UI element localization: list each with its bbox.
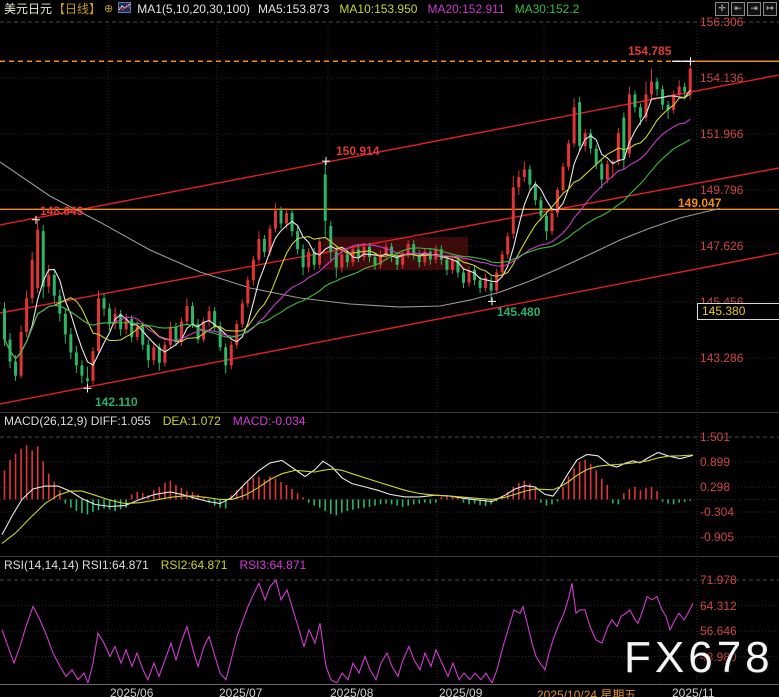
- ma-settings-label: MA1(5,10,20,30,100): [137, 2, 250, 16]
- price-axis-label: 156.306: [700, 15, 743, 29]
- pan-end-icon[interactable]: ↦: [763, 2, 777, 16]
- expand-icon[interactable]: ⊕: [104, 2, 113, 15]
- ma30-value: MA30:152.2: [515, 2, 580, 16]
- ma5-line: [5, 90, 691, 365]
- toolbar: ✛ ⇤ ⇥ ↦: [715, 2, 777, 16]
- pan-left-icon[interactable]: ⇤: [731, 2, 745, 16]
- chart-type-icon[interactable]: [118, 2, 131, 16]
- chart-canvas[interactable]: [0, 0, 779, 697]
- rsi-axis-label: 71.978: [700, 573, 737, 587]
- symbol-name: 美元日元: [4, 0, 52, 17]
- dea-line: [2, 455, 693, 543]
- rsi2-value: RSI2:64.871: [161, 558, 228, 572]
- price-axis-label: 143.286: [700, 351, 743, 365]
- macd-axis-label: -0.905: [700, 530, 734, 544]
- macd-axis-label: 1.501: [700, 430, 730, 444]
- timeframe-label: 【日线】: [53, 0, 101, 17]
- date-axis-label: 2025/10/24 星期五: [537, 686, 636, 697]
- price-axis-label: 149.796: [700, 183, 743, 197]
- hline-price-label: 149.047: [678, 196, 721, 210]
- macd-lines: [2, 453, 693, 544]
- price-annotation-low: 142.110: [95, 395, 138, 409]
- move-tool-icon[interactable]: ✛: [715, 2, 729, 16]
- macd-title: MACD(26,12,9) DIFF:1.055: [4, 414, 151, 428]
- date-axis-label: 2025/08: [330, 686, 373, 697]
- date-axis-label: 2025/09: [439, 686, 482, 697]
- price-annotation-high: 154.785: [628, 44, 671, 58]
- ma5-layer: [5, 90, 691, 365]
- dea-value: DEA:1.072: [163, 414, 221, 428]
- chart-app: 美元日元 【日线】 ⊕ MA1(5,10,20,30,100) MA5:153.…: [0, 0, 779, 697]
- date-axis-label: 2025/11: [672, 686, 715, 697]
- macd-value: MACD:-0.034: [233, 414, 306, 428]
- rsi1-value: RSI(14,14,14) RSI1:64.871: [4, 558, 149, 572]
- price-annotation-148643: 148.643: [40, 204, 83, 218]
- macd-axis-label: 0.899: [700, 455, 730, 469]
- price-alert-tag[interactable]: 145.380: [697, 303, 779, 320]
- price-annotation-150914: 150.914: [336, 144, 379, 158]
- rsi-axis-label: 64.312: [700, 599, 737, 613]
- ma10-value: MA10:153.950: [339, 2, 417, 16]
- price-axis-label: 154.136: [700, 71, 743, 85]
- grid-layer: [0, 22, 779, 685]
- price-axis-label: 147.626: [700, 239, 743, 253]
- rsi3-value: RSI3:64.871: [239, 558, 306, 572]
- pan-right-icon[interactable]: ⇥: [747, 2, 761, 16]
- macd-pane-header: MACD(26,12,9) DIFF:1.055 DEA:1.072 MACD:-0…: [4, 414, 305, 428]
- ma20-value: MA20:152.911: [427, 2, 504, 16]
- rsi-pane-header: RSI(14,14,14) RSI1:64.871 RSI2:64.871 RSI3…: [4, 558, 306, 572]
- price-axis-label: 151.966: [700, 127, 743, 141]
- price-annotation-145480: 145.480: [497, 305, 540, 319]
- date-axis-label: 2025/06: [110, 686, 153, 697]
- topbar: 美元日元 【日线】 ⊕ MA1(5,10,20,30,100) MA5:153.…: [0, 0, 779, 17]
- watermark: FX678: [624, 633, 774, 683]
- macd-axis-label: 0.298: [700, 480, 730, 494]
- macd-axis-label: -0.304: [700, 505, 734, 519]
- ma5-value: MA5:153.873: [258, 2, 329, 16]
- date-axis-label: 2025/07: [219, 686, 262, 697]
- diff-line: [2, 453, 693, 535]
